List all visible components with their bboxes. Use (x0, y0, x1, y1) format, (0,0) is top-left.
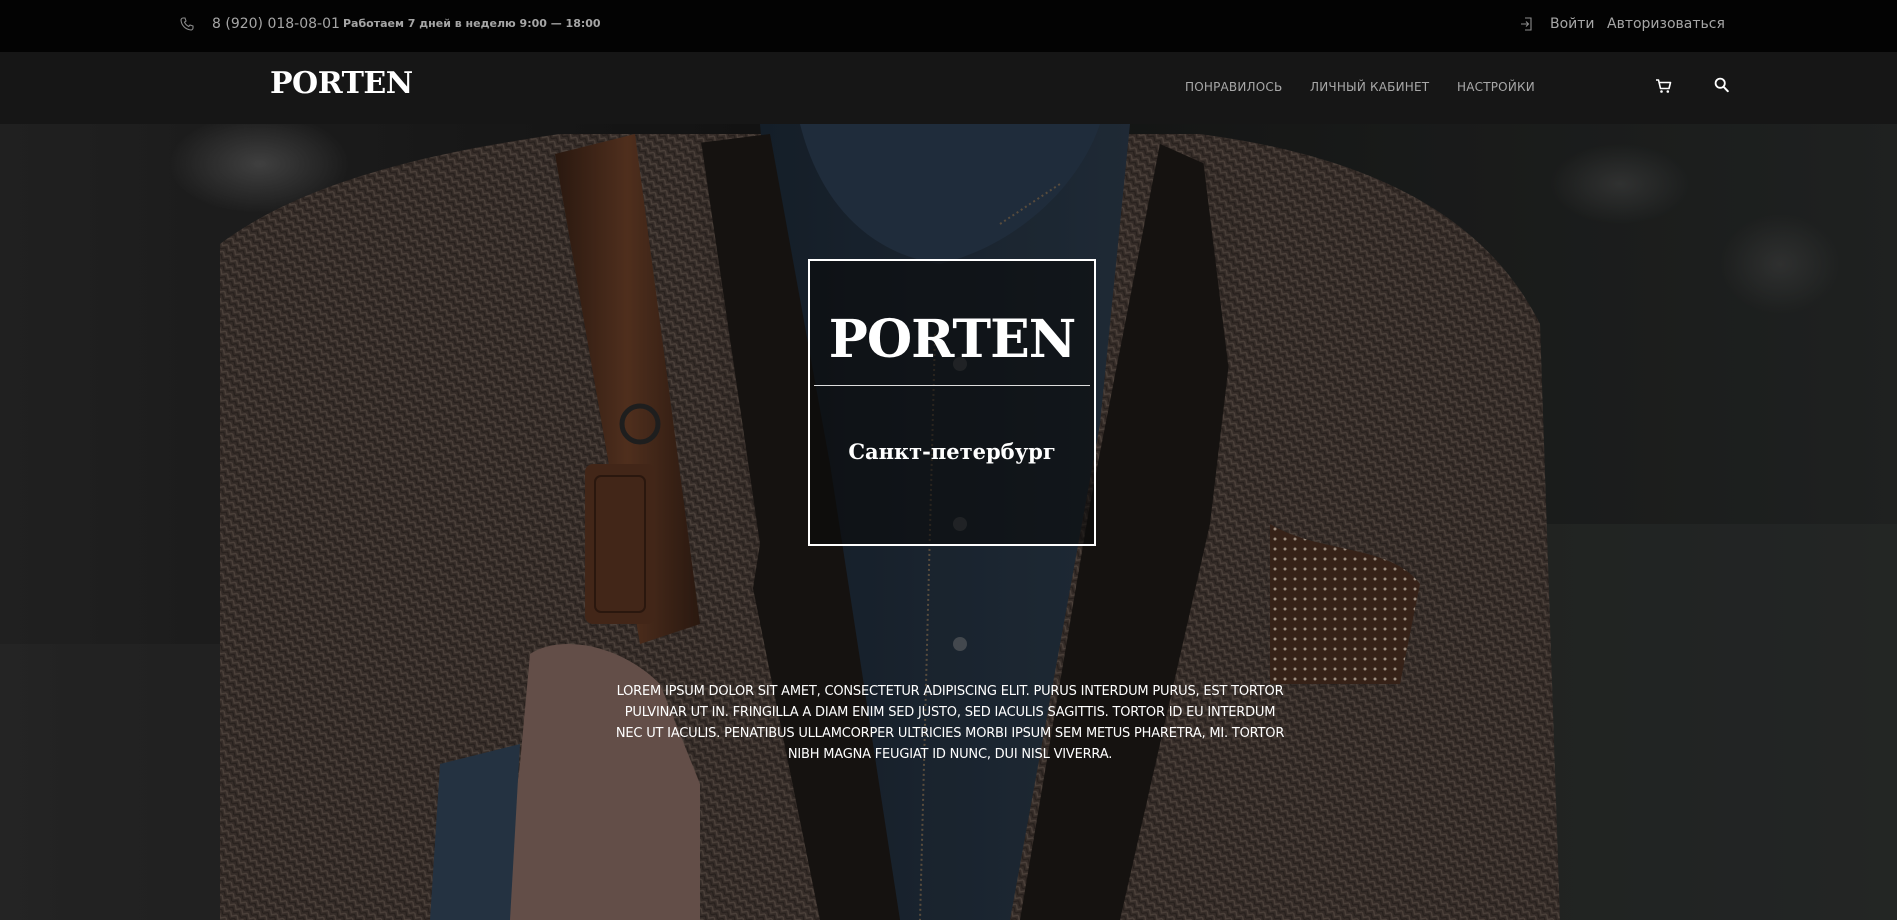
cart-icon[interactable] (1655, 78, 1672, 94)
site-logo[interactable]: PORTEN (270, 66, 413, 101)
hero-divider (814, 385, 1090, 386)
phone-number[interactable]: 8 (920) 018-08-01 (212, 16, 340, 32)
search-icon[interactable] (1714, 77, 1729, 93)
login-link[interactable]: Войти (1550, 16, 1595, 32)
nav-item-settings[interactable]: Настройки (1457, 80, 1535, 94)
hero-description: Lorem ipsum dolor sit amet, consectetur … (615, 684, 1285, 762)
login-icon (1521, 17, 1532, 31)
hero-section: PORTEN Санкт-петербург Lorem ipsum dolor… (0, 124, 1897, 920)
auth-link[interactable]: Авторизоваться (1607, 16, 1725, 32)
working-hours: Работаем 7 дней в неделю 9:00 — 18:00 (343, 17, 601, 30)
top-bar: 8 (920) 018-08-01 Работаем 7 дней в неде… (0, 0, 1897, 52)
main-nav: PORTEN Понравилось Личный кабинет Настро… (0, 52, 1897, 124)
hero-title: PORTEN (828, 309, 1077, 370)
nav-item-account[interactable]: Личный кабинет (1310, 80, 1429, 94)
hero-city: Санкт-петербург (848, 439, 1056, 464)
hero-title-box: PORTEN Санкт-петербург (808, 259, 1096, 546)
phone-icon (180, 17, 194, 31)
nav-item-liked[interactable]: Понравилось (1185, 80, 1282, 94)
